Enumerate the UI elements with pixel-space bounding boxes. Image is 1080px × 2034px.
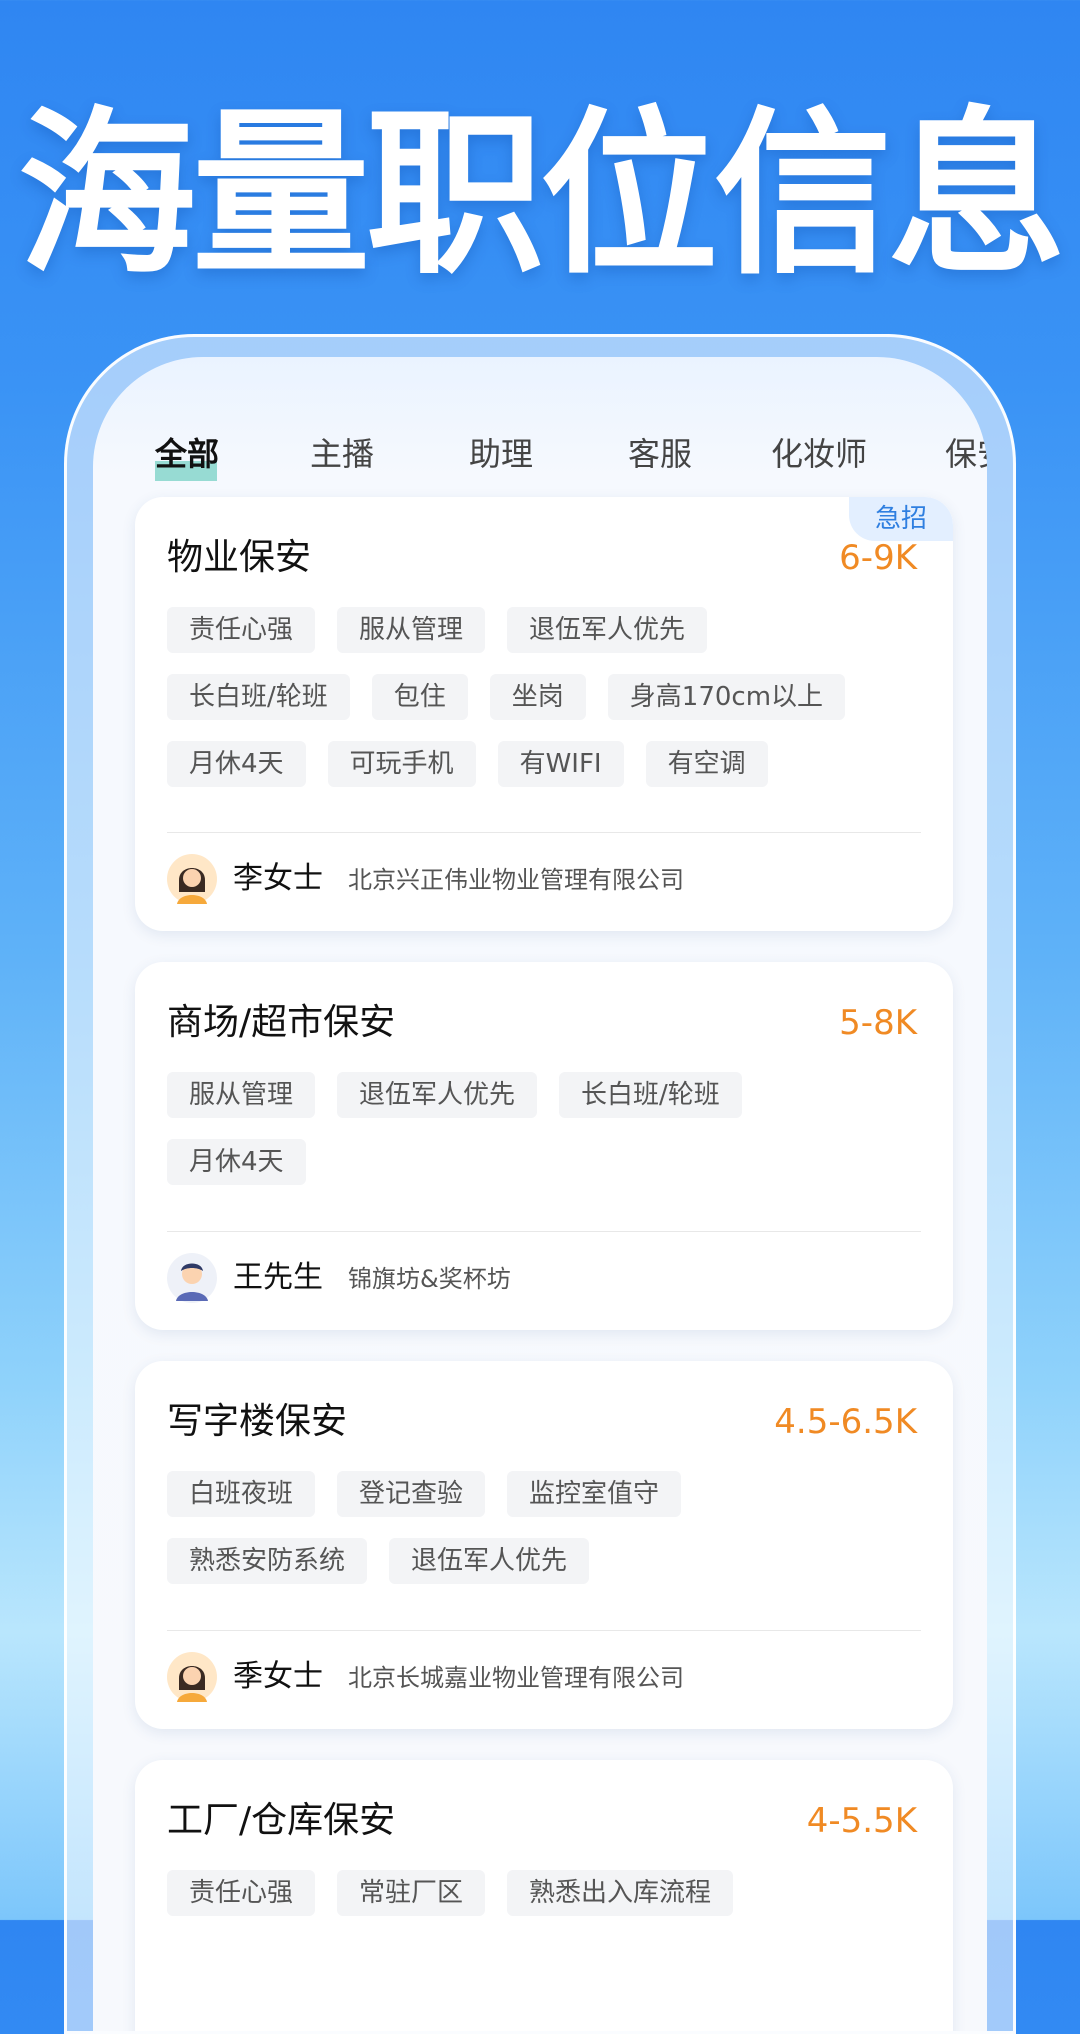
- tag: 身高170cm以上: [607, 674, 846, 720]
- job-title: 工厂/仓库保安: [167, 1800, 396, 1841]
- tab-customer-service[interactable]: 客服: [628, 429, 692, 479]
- tag: 责任心强: [167, 607, 316, 653]
- tag: 长白班/轮班: [559, 1072, 742, 1118]
- divider: [167, 832, 921, 833]
- tag: 可玩手机: [327, 741, 476, 787]
- phone-frame: 全部 主播 助理 客服 化妆师 保安 急招 物业保安 6-9K 责任心强服从管理…: [64, 334, 1016, 2034]
- tag: 登记查验: [337, 1471, 486, 1517]
- salary: 4.5-6.5K: [774, 1402, 917, 1442]
- female-avatar-icon: [167, 1652, 217, 1702]
- tag: 责任心强: [167, 1870, 316, 1916]
- tag: 监控室值守: [507, 1471, 682, 1517]
- tag-row: 责任心强 常驻厂区 熟悉出入库流程: [167, 1870, 921, 1937]
- tag: 白班夜班: [167, 1471, 316, 1517]
- tab-security[interactable]: 保安: [945, 429, 987, 479]
- recruiter-info[interactable]: 王先生 锦旗坊&奖杯坊: [167, 1253, 921, 1305]
- tag: 月休4天: [167, 1139, 306, 1185]
- company-name: 锦旗坊&奖杯坊: [348, 1265, 511, 1293]
- recruiter-name: 季女士: [233, 1659, 323, 1694]
- tag: 熟悉安防系统: [167, 1538, 368, 1584]
- tag: 包住: [371, 674, 468, 720]
- tag-list: 服从管理 退伍军人优先 长白班/轮班 月休4天: [167, 1072, 921, 1206]
- tag: 退伍军人优先: [337, 1072, 538, 1118]
- tab-makeup-artist[interactable]: 化妆师: [771, 429, 867, 479]
- tag-row: 熟悉安防系统 退伍军人优先: [167, 1538, 921, 1605]
- tag: 熟悉出入库流程: [507, 1870, 734, 1916]
- company-name: 北京长城嘉业物业管理有限公司: [348, 1664, 684, 1692]
- job-card[interactable]: 写字楼保安 4.5-6.5K 白班夜班 登记查验 监控室值守 熟悉安防系统 退伍军人优…: [135, 1361, 953, 1729]
- tag: 有空调: [645, 741, 768, 787]
- job-card[interactable]: 急招 物业保安 6-9K 责任心强 服从管理 退伍军人优先 长白班/轮班 包住 坐岗 身高…: [135, 497, 953, 931]
- phone-screen: 全部 主播 助理 客服 化妆师 保安 急招 物业保安 6-9K 责任心强服从管理…: [93, 357, 987, 2031]
- job-title: 商场/超市保安: [167, 1002, 396, 1043]
- job-title: 物业保安: [167, 537, 312, 578]
- tag: 常驻厂区: [337, 1870, 486, 1916]
- male-avatar-icon: [167, 1253, 217, 1303]
- recruiter-name: 王先生: [233, 1260, 323, 1295]
- job-card[interactable]: 工厂/仓库保安 4-5.5K 责任心强 常驻厂区 熟悉出入库流程: [135, 1760, 953, 2031]
- recruiter-name: 李女士: [233, 861, 323, 896]
- category-tabs: 全部 主播 助理 客服 化妆师 保安: [93, 429, 987, 489]
- recruiter-info[interactable]: 李女士 北京兴正伟业物业管理有限公司: [167, 854, 921, 906]
- tag: 有WIFI: [497, 741, 624, 787]
- tag-row: 月休4天: [167, 1139, 921, 1206]
- tag: 退伍军人优先: [389, 1538, 590, 1584]
- tag: 长白班/轮班: [167, 674, 350, 720]
- tag: 月休4天: [167, 741, 306, 787]
- tag-list: 责任心强 服从管理 退伍军人优先 长白班/轮班 包住 坐岗 身高170cm以上 月休4天可…: [167, 607, 921, 808]
- tag-row: 长白班/轮班 包住 坐岗 身高170cm以上: [167, 674, 921, 741]
- tab-assistant[interactable]: 助理: [469, 429, 533, 479]
- tab-all[interactable]: 全部: [155, 429, 219, 479]
- female-avatar-icon: [167, 854, 217, 904]
- tag: 服从管理: [337, 607, 486, 653]
- tag: 服从管理: [167, 1072, 316, 1118]
- tag-row: 白班夜班 登记查验 监控室值守: [167, 1471, 921, 1538]
- tag: 退伍军人优先: [507, 607, 708, 653]
- divider: [167, 1630, 921, 1631]
- salary: 4-5.5K: [806, 1801, 917, 1841]
- tag-list: 白班夜班 登记查验 监控室值守 熟悉安防系统 退伍军人优先: [167, 1471, 921, 1605]
- salary: 6-9K: [839, 538, 917, 578]
- tab-streamer[interactable]: 主播: [310, 429, 374, 479]
- job-card[interactable]: 商场/超市保安 5-8K 服从管理退伍军人优先长白班/轮班 月休4天 王先生: [135, 962, 953, 1330]
- tag: 坐岗: [489, 674, 586, 720]
- salary: 5-8K: [839, 1003, 917, 1043]
- hero-title: 海量职位信息: [18, 91, 1066, 298]
- tag-row: 责任心强 服从管理 退伍军人优先: [167, 607, 921, 674]
- tag-row: 服从管理 退伍军人优先 长白班/轮班: [167, 1072, 921, 1139]
- recruiter-info[interactable]: 季女士 北京长城嘉业物业管理有限公司: [167, 1652, 921, 1704]
- job-title: 写字楼保安: [167, 1401, 348, 1442]
- company-name: 北京兴正伟业物业管理有限公司: [348, 866, 684, 894]
- divider: [167, 1231, 921, 1232]
- tag-list: 责任心强 常驻厂区 熟悉出入库流程: [167, 1870, 921, 1937]
- tag-row: 月休4天 可玩手机 有WIFI 有空调: [167, 741, 921, 808]
